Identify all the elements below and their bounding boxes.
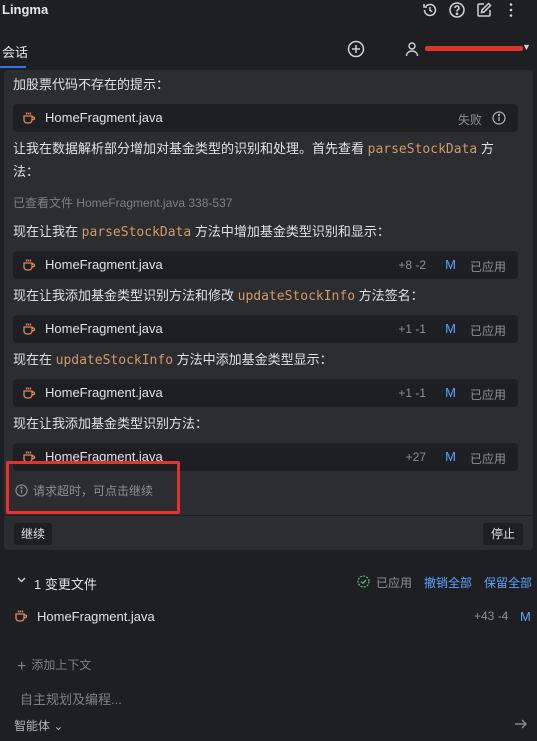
file-name: HomeFragment.java xyxy=(45,257,163,272)
java-coffee-icon xyxy=(22,111,36,125)
message-text: 现在让我在 parseStockData 方法中增加基金类型识别和显示： xyxy=(13,224,390,240)
diff-stats: +27 xyxy=(405,450,426,464)
message-text: 法： xyxy=(13,164,40,179)
plus-icon: + xyxy=(17,658,27,675)
info-icon xyxy=(15,484,28,497)
file-status: 已应用 xyxy=(469,388,506,402)
diff-stats: +8 -2 xyxy=(398,258,426,272)
chevron-down-icon[interactable]: ▼ xyxy=(522,42,531,52)
info-icon[interactable] xyxy=(492,111,506,125)
help-icon[interactable] xyxy=(448,1,466,19)
message-text: 现在在 updateStockInfo 方法中添加基金类型显示： xyxy=(13,352,333,368)
add-session-icon[interactable] xyxy=(347,40,365,58)
file-card[interactable]: HomeFragment.java +1 -1 M 已应用 xyxy=(13,315,518,343)
message-text: 让我在数据解析部分增加对基金类型的识别和处理。首先查看 parseStockDa… xyxy=(13,141,494,157)
changed-file-row[interactable]: HomeFragment.java +43 -4 M xyxy=(0,604,537,628)
message-text: 现在让我添加基金类型识别方法和修改 updateStockInfo 方法签名： xyxy=(13,288,424,304)
send-arrow-icon[interactable] xyxy=(513,716,529,732)
message-text: 加股票代码不存在的提示： xyxy=(13,77,170,92)
continue-button[interactable]: 继续 xyxy=(14,523,53,545)
file-card[interactable]: HomeFragment.java +1 -1 M 已应用 xyxy=(13,379,518,407)
java-coffee-icon xyxy=(22,386,36,400)
title-bar: Lingma xyxy=(0,0,537,22)
modified-badge: M xyxy=(445,321,456,336)
tab-active-indicator xyxy=(0,66,26,68)
chevron-down-icon[interactable] xyxy=(16,573,27,584)
changes-header: 1 变更文件 已应用 撤销全部 保留全部 xyxy=(0,570,537,594)
revert-all-link[interactable]: 撤销全部 xyxy=(424,574,472,591)
java-coffee-icon xyxy=(14,609,28,623)
file-card[interactable]: HomeFragment.java +8 -2 M 已应用 xyxy=(13,251,518,279)
modified-badge: M xyxy=(445,385,456,400)
changes-title[interactable]: 1 变更文件 xyxy=(34,574,97,593)
mode-dropdown[interactable]: 智能体 ⌄ xyxy=(14,717,63,734)
applied-status: 已应用 xyxy=(376,576,413,590)
diff-stats: +43 -4 xyxy=(474,609,509,623)
file-name: HomeFragment.java xyxy=(45,321,163,336)
java-coffee-icon xyxy=(22,322,36,336)
user-icon[interactable] xyxy=(404,41,420,57)
timeout-message: 请求超时，可点击继续 xyxy=(15,482,153,499)
prompt-input[interactable]: 自主规划及编程... xyxy=(20,689,122,708)
divider xyxy=(4,515,533,516)
chevron-down-icon: ⌄ xyxy=(53,719,64,733)
keep-all-link[interactable]: 保留全部 xyxy=(484,574,532,591)
diff-stats: +1 -1 xyxy=(398,386,426,400)
user-name-redacted xyxy=(425,46,523,51)
edit-icon[interactable] xyxy=(475,1,493,19)
app-title: Lingma xyxy=(2,2,49,17)
file-name: HomeFragment.java xyxy=(45,110,163,125)
add-context-button[interactable]: + 添加上下文 xyxy=(17,656,91,676)
diff-stats: +1 -1 xyxy=(398,322,426,336)
file-status: 已应用 xyxy=(469,452,506,466)
tab-session[interactable]: 会话 xyxy=(2,42,28,61)
history-icon[interactable] xyxy=(421,1,439,19)
check-circle-icon xyxy=(357,575,370,588)
stop-button[interactable]: 停止 xyxy=(482,523,523,545)
file-name: HomeFragment.java xyxy=(37,609,155,624)
modified-badge: M xyxy=(445,257,456,272)
message-text: 现在让我添加基金类型识别方法： xyxy=(13,416,209,431)
more-icon[interactable] xyxy=(502,1,520,19)
chat-panel: 加股票代码不存在的提示： HomeFragment.java 失败 让我在数据解… xyxy=(4,70,533,550)
modified-badge: M xyxy=(445,449,456,464)
file-card[interactable]: HomeFragment.java 失败 xyxy=(13,104,518,132)
modified-badge: M xyxy=(520,609,531,624)
file-status: 已应用 xyxy=(469,324,506,338)
file-status: 已应用 xyxy=(469,260,506,274)
file-name: HomeFragment.java xyxy=(45,385,163,400)
viewed-file-note[interactable]: 已查看文件 HomeFragment.java 338-537 xyxy=(13,194,232,211)
file-status: 失败 xyxy=(457,113,482,127)
java-coffee-icon xyxy=(22,258,36,272)
tab-bar: 会话 ▼ xyxy=(0,30,537,70)
